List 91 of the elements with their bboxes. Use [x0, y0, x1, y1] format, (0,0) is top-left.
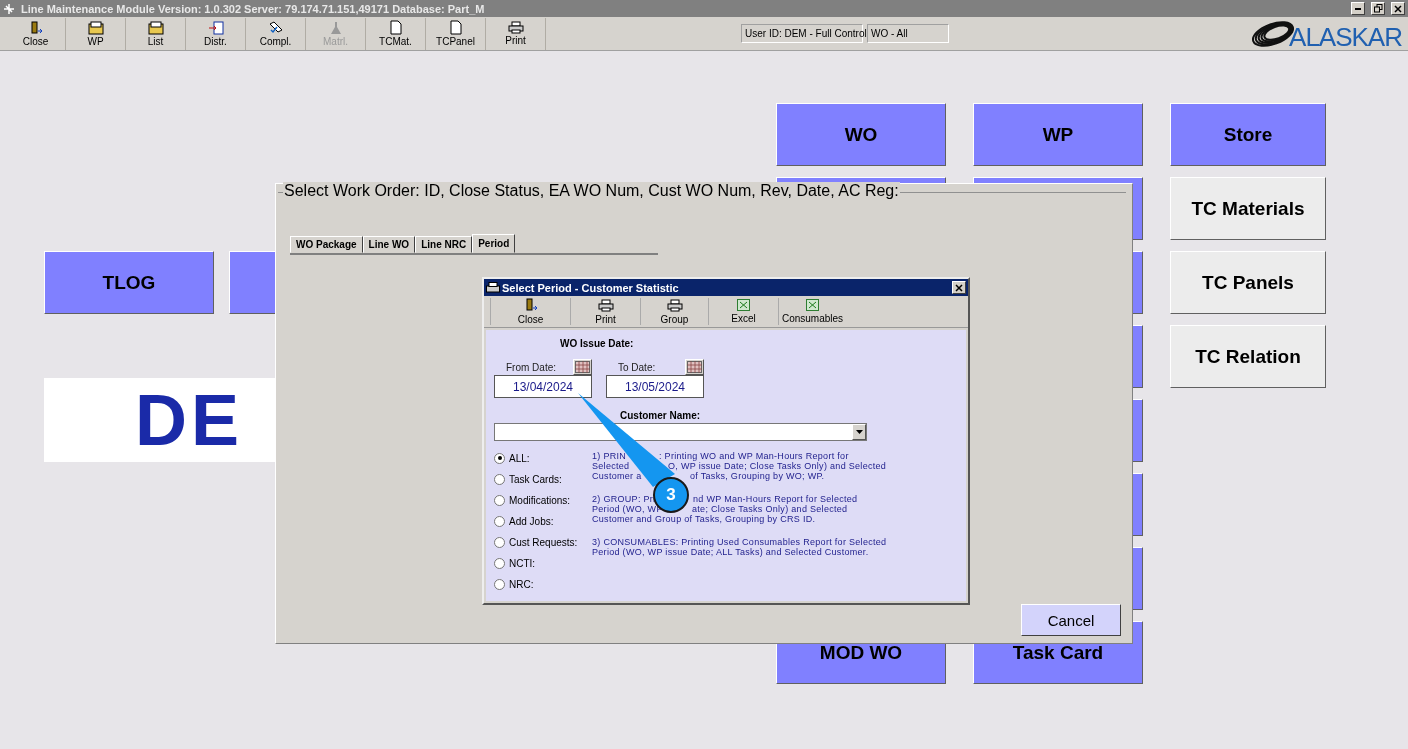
- radio-icon[interactable]: [494, 473, 505, 485]
- radio-icon[interactable]: [494, 515, 505, 527]
- date-field[interactable]: 13/04/2024: [494, 375, 592, 398]
- field-label: Customer Name:: [620, 410, 701, 421]
- field-label: To Date:: [618, 361, 656, 373]
- menu-button[interactable]: WP: [973, 103, 1143, 166]
- toolbar-button[interactable]: TCPanel: [426, 17, 486, 50]
- caret-icon: [855, 430, 863, 434]
- radio-icon[interactable]: [494, 452, 505, 464]
- close-icon: [1394, 4, 1402, 13]
- document-icon: [449, 20, 462, 35]
- table-arrow-icon: [207, 20, 224, 35]
- printer-icon: [666, 298, 683, 312]
- radio-icon[interactable]: [494, 536, 505, 548]
- folder-icon: [147, 20, 164, 35]
- menu-button[interactable]: TC Panels: [1170, 251, 1326, 314]
- tab[interactable]: Period: [472, 234, 516, 253]
- description-text: O, WP issue Date; Close Tasks Only) and Selected: [668, 461, 887, 471]
- toolbar-button[interactable]: WP: [66, 17, 126, 50]
- minimize-icon: [1355, 7, 1361, 10]
- printer-icon: [507, 21, 524, 34]
- description-text: 3) CONSUMABLES: Printing Used Consumables Report for Selected: [592, 537, 887, 547]
- menu-button[interactable]: TLOG: [44, 251, 214, 314]
- close-icon: [955, 283, 963, 292]
- restore-icon: [1373, 4, 1383, 13]
- group-title: Select Work Order: ID, Close Status, EA WO Num, Cust WO Num, Rev, Date, AC Reg:: [283, 182, 900, 200]
- close-button[interactable]: [1391, 2, 1405, 15]
- pen-tick-icon: [267, 20, 284, 35]
- description-text: Period (WO, WP issue Date; ALL Tasks) and Selected Customer.: [592, 547, 869, 557]
- toolbar-button[interactable]: TCMat.: [366, 17, 426, 50]
- customer-dropdown[interactable]: [494, 423, 867, 441]
- printer-icon: [486, 281, 500, 294]
- brand-name: ALASKAR: [1289, 22, 1402, 53]
- toolbar-button[interactable]: Excel: [708, 298, 778, 325]
- toolbar-button[interactable]: Group: [640, 298, 708, 325]
- radio-icon[interactable]: [494, 494, 505, 506]
- radio-option[interactable]: Task Cards:: [494, 472, 592, 486]
- field-label: From Date:: [506, 361, 556, 373]
- document-icon: [389, 20, 402, 35]
- flask-icon: [329, 20, 342, 35]
- tab[interactable]: WO Package: [290, 236, 363, 253]
- radio-option[interactable]: NCTI:: [494, 556, 592, 570]
- calendar-button[interactable]: [573, 359, 592, 375]
- toolbar-button[interactable]: Close: [6, 17, 66, 50]
- radio-option[interactable]: ALL:: [494, 451, 592, 465]
- banner-text: DE: [135, 379, 244, 461]
- description-text: Selected: [592, 461, 630, 471]
- description-text: of Tasks, Grouping by WO; WP.: [690, 471, 825, 481]
- filter-status: WO - All: [867, 24, 949, 43]
- radio-option[interactable]: Add Jobs:: [494, 514, 592, 528]
- date-field[interactable]: 13/05/2024: [606, 375, 704, 398]
- toolbar-button[interactable]: List: [126, 17, 186, 50]
- section-title: WO Issue Date:: [560, 338, 634, 349]
- toolbar-button[interactable]: Consumables: [778, 298, 846, 325]
- close-button[interactable]: [952, 281, 966, 294]
- window-title: Line Maintenance Module Version: 1.0.302 Server: 79.174.71.151,49171 Database: Part_M: [21, 2, 486, 15]
- restore-button[interactable]: [1371, 2, 1385, 15]
- menu-button[interactable]: TC Materials: [1170, 177, 1326, 240]
- toolbar-button[interactable]: Compl.: [246, 17, 306, 50]
- exit-door-icon: [523, 298, 538, 312]
- radio-icon[interactable]: [494, 578, 505, 590]
- description-text: 1) PRIN: [592, 451, 627, 461]
- radio-option[interactable]: Cust Requests:: [494, 535, 592, 549]
- spreadsheet-icon: [806, 299, 819, 311]
- description-text: Customer a: [592, 471, 642, 481]
- menu-button[interactable]: WO: [776, 103, 946, 166]
- tab[interactable]: Line NRC: [415, 236, 473, 253]
- description-text: nd WP Man-Hours Report for Selected: [693, 494, 858, 504]
- toolbar-button[interactable]: Print: [486, 17, 546, 50]
- dropdown-button[interactable]: [852, 424, 866, 440]
- dialog-title: Select Period - Customer Statistic: [502, 281, 680, 294]
- menu-button[interactable]: TC Relation: [1170, 325, 1326, 388]
- exit-door-icon: [28, 20, 43, 35]
- minimize-button[interactable]: [1351, 2, 1365, 15]
- calendar-button[interactable]: [685, 359, 704, 375]
- toolbar-button[interactable]: Close: [490, 298, 570, 325]
- description-text: : Printing WO and WP Man-Hours Report for: [659, 451, 849, 461]
- radio-icon[interactable]: [494, 557, 505, 569]
- toolbar-button[interactable]: Print: [570, 298, 640, 325]
- description-text: Customer and Group of Tasks, Grouping by CRS ID.: [592, 514, 816, 524]
- cancel-button[interactable]: Cancel: [1021, 604, 1121, 636]
- printer-icon: [597, 298, 614, 312]
- radio-option[interactable]: NRC:: [494, 577, 592, 591]
- tab[interactable]: Line WO: [362, 236, 416, 253]
- toolbar-button[interactable]: Distr.: [186, 17, 246, 50]
- spreadsheet-icon: [737, 299, 750, 311]
- folder-icon: [87, 20, 104, 35]
- description-text: ate; Close Tasks Only) and Selected: [692, 504, 848, 514]
- radio-option[interactable]: Modifications:: [494, 493, 592, 507]
- menu-button[interactable]: Store: [1170, 103, 1326, 166]
- app-icon: [3, 2, 15, 15]
